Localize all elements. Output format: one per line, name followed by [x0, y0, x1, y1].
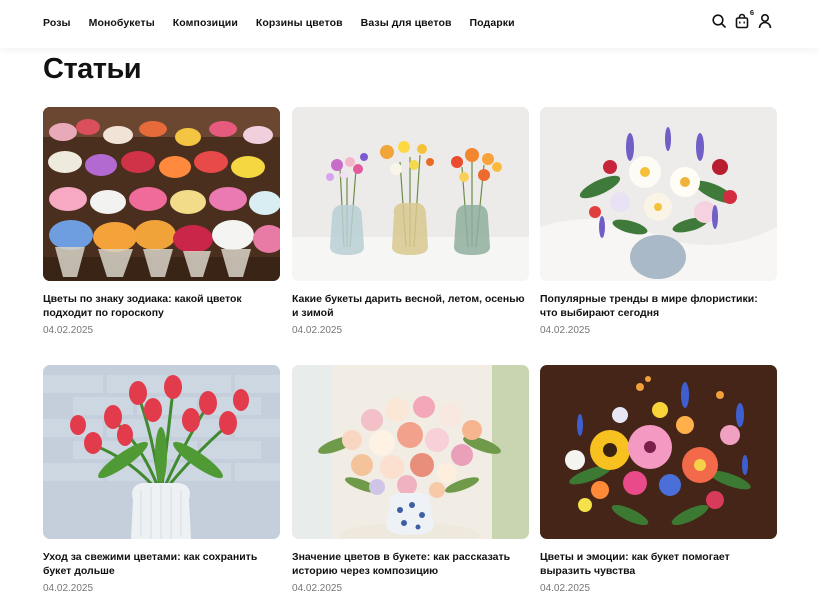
site-header: Розы Монобукеты Композиции Корзины цвето…	[0, 0, 819, 48]
lilies-bouquet-photo[interactable]	[540, 107, 777, 281]
nav-item-flower-baskets[interactable]: Корзины цветов	[256, 17, 343, 29]
red-tulips-photo[interactable]	[43, 365, 280, 539]
three-vases-photo[interactable]	[292, 107, 529, 281]
nav-item-monobouquets[interactable]: Монобукеты	[89, 17, 155, 29]
nav-item-vases[interactable]: Вазы для цветов	[361, 17, 452, 29]
colorful-bouquet-photo[interactable]	[540, 365, 777, 539]
article-title[interactable]: Уход за свежими цветами: как сохранить б…	[43, 550, 280, 578]
nav-item-compositions[interactable]: Композиции	[173, 17, 238, 29]
article-date: 04.02.2025	[292, 583, 343, 594]
article-card[interactable]: Цветы и эмоции: как букет помогает выраз…	[540, 365, 777, 594]
article-date: 04.02.2025	[540, 325, 591, 336]
article-card[interactable]: Цветы по знаку зодиака: какой цветок под…	[43, 107, 280, 336]
cart-count-badge: 6	[749, 8, 754, 17]
flower-market-photo[interactable]	[43, 107, 280, 281]
article-title[interactable]: Цветы по знаку зодиака: какой цветок под…	[43, 292, 280, 320]
pastel-bouquet-photo[interactable]	[292, 365, 529, 539]
article-title[interactable]: Популярные тренды в мире флористики: что…	[540, 292, 777, 320]
header-actions: 6	[704, 8, 773, 29]
article-card[interactable]: Популярные тренды в мире флористики: что…	[540, 107, 777, 336]
article-title[interactable]: Значение цветов в букете: как рассказать…	[292, 550, 529, 578]
nav-item-gifts[interactable]: Подарки	[470, 17, 515, 29]
article-date: 04.02.2025	[43, 583, 94, 594]
page-title: Статьи	[43, 53, 142, 85]
user-icon[interactable]	[757, 13, 773, 29]
nav-item-roses[interactable]: Розы	[43, 17, 71, 29]
article-card[interactable]: Уход за свежими цветами: как сохранить б…	[43, 365, 280, 594]
article-card[interactable]: Какие букеты дарить весной, летом, осень…	[292, 107, 529, 336]
main-nav: Розы Монобукеты Композиции Корзины цвето…	[43, 0, 533, 46]
search-icon[interactable]	[711, 13, 727, 29]
article-date: 04.02.2025	[292, 325, 343, 336]
shopping-bag-icon[interactable]: 6	[734, 8, 754, 29]
article-title[interactable]: Какие букеты дарить весной, летом, осень…	[292, 292, 529, 320]
article-title[interactable]: Цветы и эмоции: как букет помогает выраз…	[540, 550, 777, 578]
article-date: 04.02.2025	[540, 583, 591, 594]
article-card[interactable]: Значение цветов в букете: как рассказать…	[292, 365, 529, 594]
article-date: 04.02.2025	[43, 325, 94, 336]
